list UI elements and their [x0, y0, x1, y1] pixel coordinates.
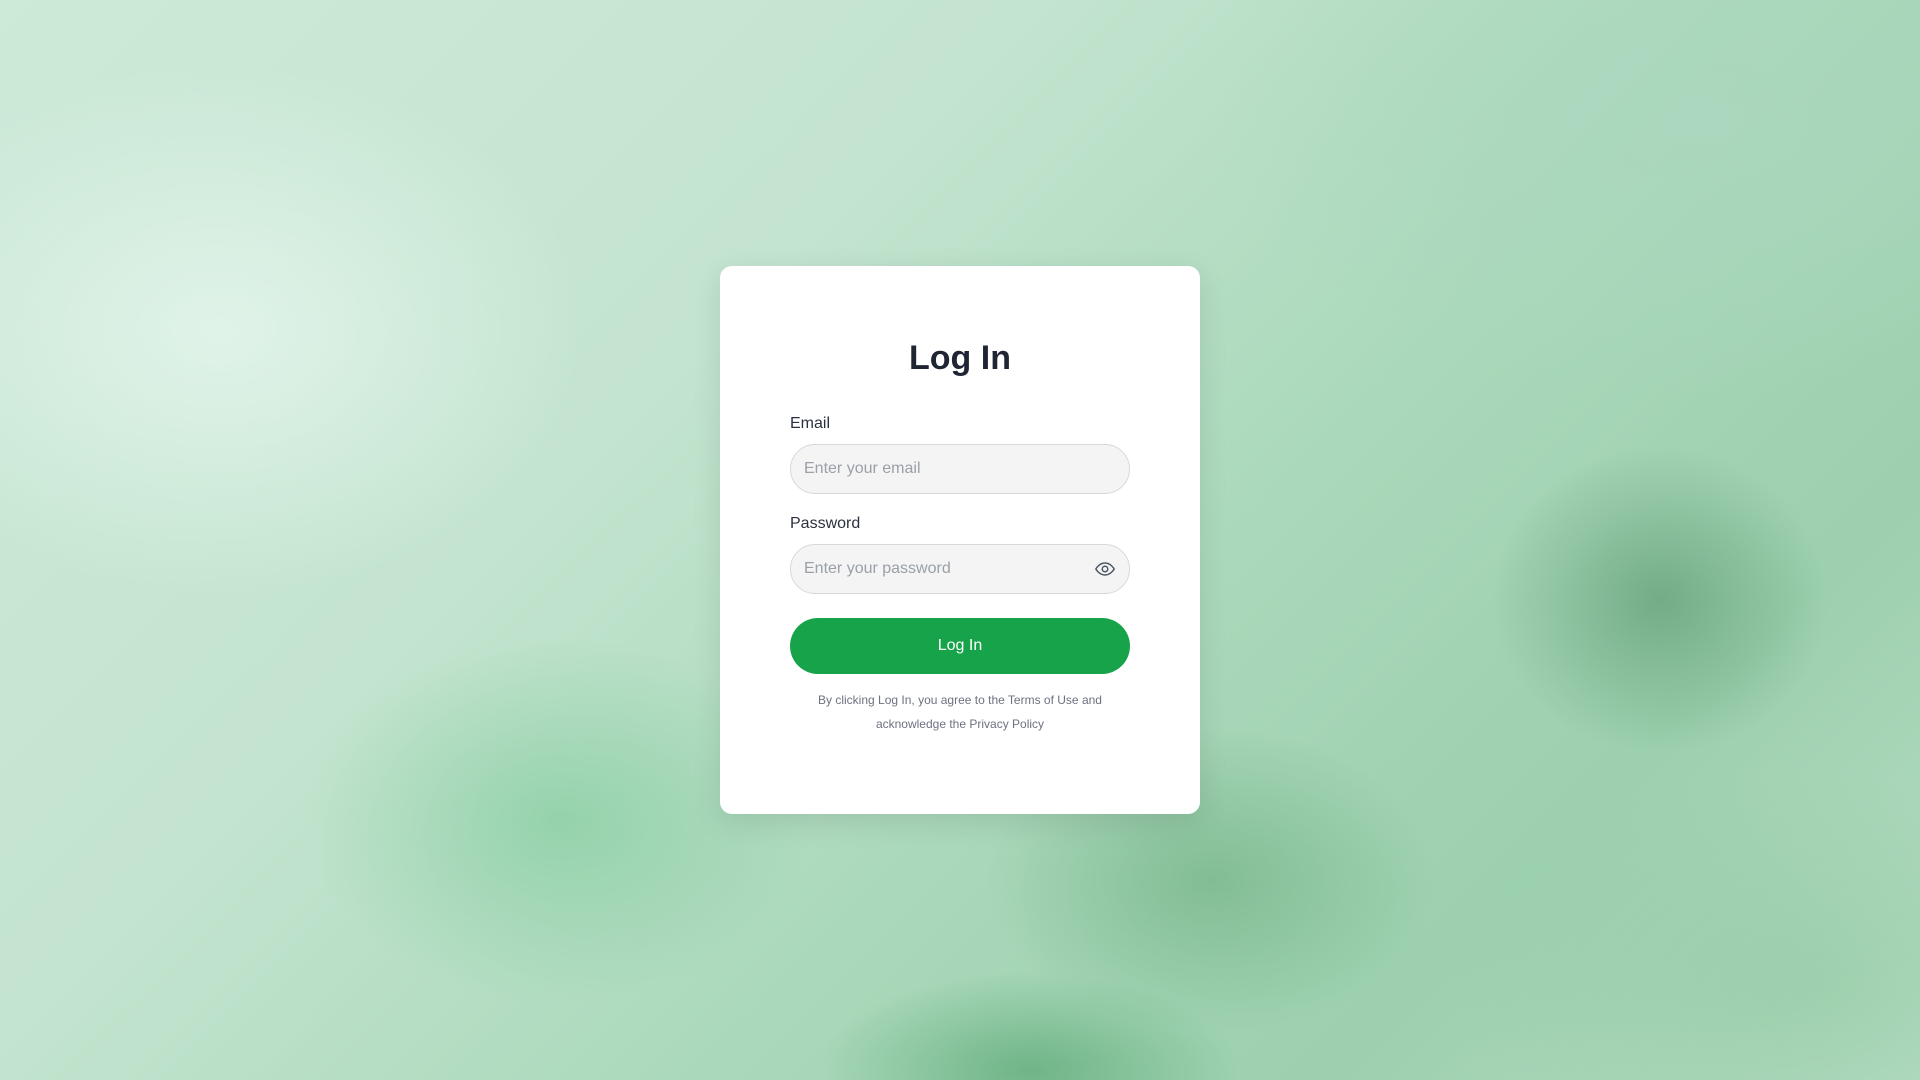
eye-icon[interactable] [1094, 558, 1116, 580]
terms-of-use-link[interactable]: Terms of Use [1008, 693, 1079, 707]
page-title: Log In [909, 339, 1011, 377]
legal-text-prefix: By clicking Log In, you agree to the [818, 693, 1008, 707]
password-field-wrapper [790, 544, 1130, 594]
email-field[interactable] [790, 444, 1130, 494]
login-card: Log In Email Password Log In By clicking… [720, 266, 1200, 814]
password-label: Password [790, 515, 861, 532]
email-field-wrapper [790, 444, 1130, 494]
legal-text-middle: and [1078, 693, 1102, 707]
password-field[interactable] [790, 544, 1130, 594]
privacy-policy-link[interactable]: Privacy Policy [969, 717, 1044, 731]
legal-text-line2: acknowledge the [875, 717, 970, 731]
legal-notice: By clicking Log In, you agree to the Ter… [790, 688, 1130, 736]
login-button[interactable]: Log In [790, 618, 1130, 674]
email-label: Email [790, 415, 831, 432]
